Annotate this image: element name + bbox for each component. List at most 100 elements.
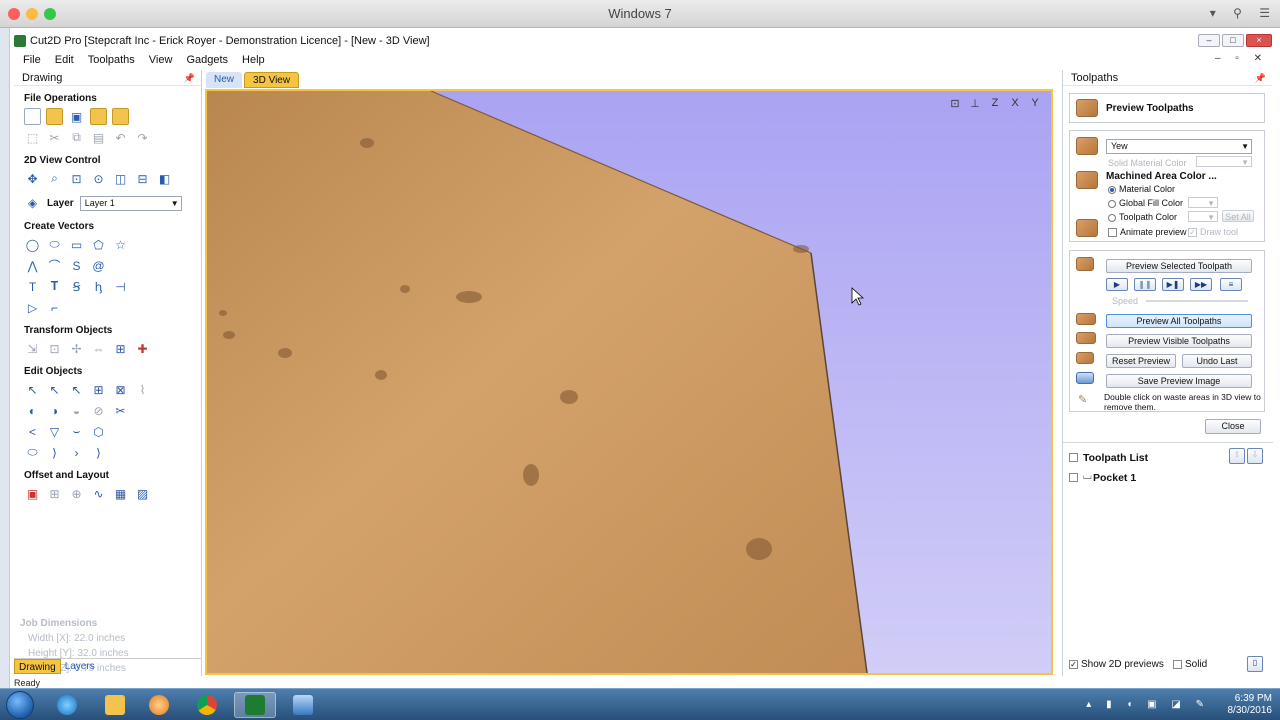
stop-icon[interactable]: ≡ — [1220, 278, 1242, 291]
layer-select[interactable]: Layer 1 ▼ — [79, 195, 182, 211]
menu-gadgets[interactable]: Gadgets — [179, 51, 235, 69]
bracket-icon[interactable]: ⟩ — [46, 444, 63, 461]
close-button[interactable]: × — [1246, 34, 1272, 47]
preview-visible-button[interactable]: Preview Visible Toolpaths — [1106, 334, 1252, 348]
tab-drawing[interactable]: Drawing — [14, 659, 61, 674]
circular-array-icon[interactable]: ⊕ — [68, 485, 85, 502]
maximize-button[interactable]: □ — [1222, 34, 1244, 47]
rotate-icon[interactable]: ✢ — [68, 340, 85, 357]
speed-slider[interactable] — [1146, 300, 1248, 302]
copy-along-icon[interactable]: ∿ — [90, 485, 107, 502]
import-icon[interactable] — [90, 108, 107, 125]
import-bitmap-icon[interactable] — [112, 108, 129, 125]
extend-icon[interactable]: ⬡ — [90, 423, 107, 440]
iso-view-icon[interactable]: ⊥ — [967, 97, 983, 110]
taskbar-remote[interactable] — [282, 692, 324, 718]
scale-icon[interactable]: ⊡ — [46, 340, 63, 357]
reset-preview-button[interactable]: Reset Preview — [1106, 354, 1176, 368]
tile-horizontal-icon[interactable]: ⊟ — [134, 170, 151, 187]
tab-layers[interactable]: Layers — [61, 659, 99, 674]
arc-icon[interactable]: ⌒ — [46, 257, 63, 274]
zoom-selection-icon[interactable]: ⊙ — [90, 170, 107, 187]
group-icon[interactable]: ⊞ — [90, 381, 107, 398]
system-tray-icons[interactable]: ▴ ▮ ◖ ▣ ◪ ✎ — [1086, 699, 1210, 710]
close-vector-icon[interactable]: < — [24, 423, 41, 440]
toolpath-list-item[interactable]: Pocket 1 — [1093, 472, 1136, 484]
window-layout-icon[interactable]: ◧ — [156, 170, 173, 187]
curve-icon[interactable]: S — [68, 257, 85, 274]
clock[interactable]: 6:39 PM 8/30/2016 — [1228, 693, 1273, 717]
zoom-icon[interactable]: ⌕ — [46, 170, 63, 187]
text-arc-icon[interactable]: ꞕ — [90, 278, 107, 295]
chevron-down-icon[interactable]: ▾ — [1210, 6, 1216, 20]
tile-vertical-icon[interactable]: ◫ — [112, 170, 129, 187]
pocket-1-checkbox[interactable] — [1069, 473, 1078, 482]
array-icon[interactable]: ⊞ — [46, 485, 63, 502]
fit-curve-icon[interactable]: ⬭ — [24, 444, 41, 461]
redo-icon[interactable]: ↷ — [134, 129, 151, 146]
hook-icon[interactable]: ⟩ — [90, 444, 107, 461]
spiral-icon[interactable]: @ — [90, 257, 107, 274]
star-icon[interactable]: ☆ — [112, 236, 129, 253]
mirror-icon[interactable]: ⇔ — [90, 340, 107, 357]
close-preview-button[interactable]: Close — [1205, 419, 1261, 434]
move-icon[interactable]: ⇲ — [24, 340, 41, 357]
nesting-icon[interactable]: ▦ — [112, 485, 129, 502]
chevron-right-icon[interactable]: › — [68, 444, 85, 461]
polyline-icon[interactable]: ⋀ — [24, 257, 41, 274]
toolpath-color-radio[interactable] — [1108, 214, 1116, 222]
pause-icon[interactable]: ❚❚ — [1134, 278, 1156, 291]
offset-icon[interactable]: ▣ — [24, 485, 41, 502]
ungroup-icon[interactable]: ⊠ — [112, 381, 129, 398]
circle-icon[interactable]: ◯ — [24, 236, 41, 253]
fillet-icon[interactable]: ⌐ — [46, 299, 63, 316]
text-box-icon[interactable]: 𝐓 — [46, 278, 63, 295]
menu-file[interactable]: File — [16, 51, 48, 69]
trim-icon[interactable]: ⌇ — [134, 381, 151, 398]
weld-icon[interactable]: ◐ — [24, 402, 41, 419]
pin-icon[interactable]: 📌 — [184, 70, 195, 86]
arrange-icon[interactable]: ▨ — [134, 485, 151, 502]
move-down-icon[interactable]: ⇩ — [1247, 448, 1263, 464]
zoom-fit-icon[interactable]: ⊡ — [947, 97, 963, 110]
taskbar-explorer[interactable] — [94, 692, 136, 718]
z-view-icon[interactable]: Z — [987, 97, 1003, 110]
join-icon[interactable]: ⊘ — [90, 402, 107, 419]
list-icon[interactable]: ☰ — [1259, 6, 1270, 20]
tab-new[interactable]: New — [206, 72, 243, 88]
interactive-select-icon[interactable]: ↖ — [68, 381, 85, 398]
play-icon[interactable]: ▶ — [1106, 278, 1128, 291]
undo-icon[interactable]: ↶ — [112, 129, 129, 146]
menu-edit[interactable]: Edit — [48, 51, 81, 69]
preview-all-button[interactable]: Preview All Toolpaths — [1106, 314, 1252, 328]
select-icon[interactable]: ↖ — [24, 381, 41, 398]
set-all-button[interactable]: Set All — [1222, 210, 1254, 222]
copy-icon[interactable]: ⧉ — [68, 129, 85, 146]
x-view-icon[interactable]: X — [1007, 97, 1023, 110]
dimension-icon[interactable]: ⊣ — [112, 278, 129, 295]
polygon-icon[interactable]: ⬠ — [90, 236, 107, 253]
material-select[interactable]: Yew ▼ — [1106, 139, 1252, 154]
smooth-icon[interactable]: ⌣ — [68, 423, 85, 440]
menu-toolpaths[interactable]: Toolpaths — [81, 51, 142, 69]
intersect-icon[interactable]: ◒ — [68, 402, 85, 419]
menu-help[interactable]: Help — [235, 51, 272, 69]
select-all-icon[interactable]: ⬚ — [24, 129, 41, 146]
dogbone-icon[interactable]: ▷ — [24, 299, 41, 316]
start-button[interactable] — [6, 691, 34, 719]
node-edit-icon[interactable]: ↖ — [46, 381, 63, 398]
3d-viewport[interactable]: ⊡ ⊥ Z X Y — [205, 89, 1053, 675]
subtract-icon[interactable]: ◑ — [46, 402, 63, 419]
taskbar-media[interactable] — [138, 692, 180, 718]
text-icon[interactable]: T — [24, 278, 41, 295]
ellipse-icon[interactable]: ⬭ — [46, 236, 63, 253]
search-icon[interactable]: ⚲ — [1233, 6, 1242, 20]
material-color-radio[interactable] — [1108, 186, 1116, 194]
pan-icon[interactable]: ✥ — [24, 170, 41, 187]
global-fill-radio[interactable] — [1108, 200, 1116, 208]
taskbar-chrome[interactable] — [186, 692, 228, 718]
zoom-fit-icon[interactable]: ⊡ — [68, 170, 85, 187]
rectangle-icon[interactable]: ▭ — [68, 236, 85, 253]
save-icon[interactable]: ▣ — [68, 108, 85, 125]
paste-icon[interactable]: ▤ — [90, 129, 107, 146]
